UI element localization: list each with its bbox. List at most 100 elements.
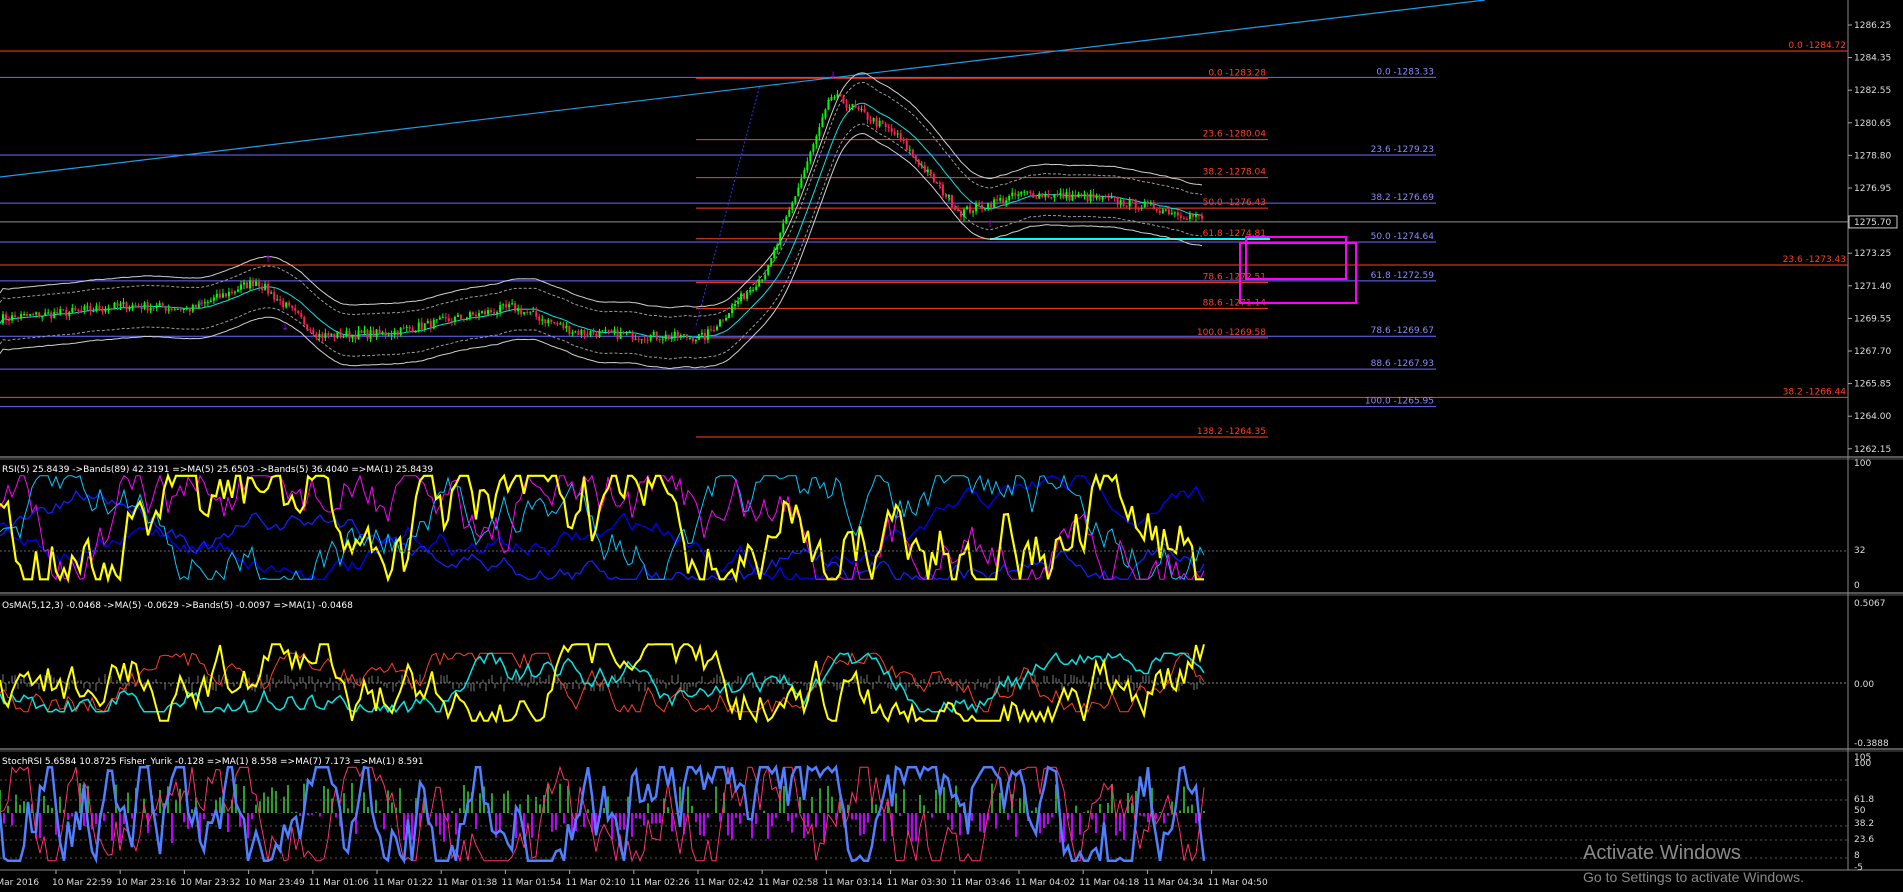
rsi-axis-label: 100 (1854, 459, 1871, 469)
candle-body (191, 304, 194, 312)
candle-body (869, 119, 872, 122)
candle-body (1164, 209, 1167, 211)
trading-chart[interactable]: 0.0 -1284.72 23.6 -1273.43 38.2 -1266.44 0.… (0, 0, 1903, 892)
candle-body (363, 330, 366, 334)
candle-body (1143, 201, 1146, 208)
candle-body (896, 133, 899, 135)
candle-body (324, 333, 327, 339)
candle-body (1017, 194, 1020, 196)
osma-axis-label: 0.5067 (1854, 599, 1886, 609)
candle-body (688, 337, 691, 339)
candle-body (1026, 191, 1029, 193)
candle-body (83, 306, 86, 311)
candle-body (559, 323, 562, 325)
candle-body (679, 335, 682, 338)
time-tick-label: 10 Mar 23:49 (245, 878, 305, 888)
price-tick-label: 1284.35 (1854, 54, 1891, 64)
candle-body (914, 155, 917, 160)
candle-body (996, 199, 999, 201)
candle-body (782, 223, 785, 233)
candle-body (746, 292, 749, 299)
candle-body (601, 330, 604, 332)
candle-body (622, 331, 625, 334)
candle-body (155, 305, 158, 309)
candle-body (116, 302, 119, 307)
candle-body (502, 304, 505, 306)
candle-body (938, 182, 941, 185)
activate-windows-title: Activate Windows (1583, 842, 1741, 864)
candle-body (185, 307, 188, 309)
candle-body (131, 304, 134, 308)
candle-body (279, 299, 282, 301)
candle-body (462, 318, 465, 320)
candle-body (1131, 199, 1134, 201)
band-line (0, 72, 1203, 309)
candle-body (1110, 196, 1113, 199)
time-tick-label: 11 Mar 01:22 (373, 878, 433, 888)
candle-body (1059, 192, 1062, 195)
candle-body (23, 314, 26, 316)
candle-body (267, 283, 270, 294)
candle-body (369, 330, 372, 339)
candle-body (35, 312, 38, 315)
time-tick-label: 11 Mar 03:46 (951, 878, 1011, 888)
candle-body (252, 280, 255, 286)
price-tick-label: 1282.55 (1854, 86, 1891, 96)
candle-body (740, 293, 743, 302)
candle-body (935, 182, 938, 184)
price-tick-label: 1286.25 (1854, 21, 1891, 31)
fib-level-label: 138.2 -1264.35 (1197, 427, 1266, 437)
candle-body (291, 305, 294, 309)
candle-body (441, 317, 444, 319)
candle-body (881, 120, 884, 124)
candle-body (1134, 199, 1137, 209)
candle-body (273, 292, 276, 300)
candle-body (830, 97, 833, 101)
candle-body (1008, 195, 1011, 201)
candle-body (32, 314, 35, 316)
candle-body (1173, 212, 1176, 214)
candle-body (863, 109, 866, 113)
candle-body (312, 329, 315, 334)
candle-body (1086, 194, 1089, 202)
candle-body (634, 338, 637, 340)
candle-body (481, 311, 483, 313)
candle-body (408, 326, 411, 329)
candle-body (71, 307, 74, 313)
candle-body (1074, 194, 1077, 198)
candle-body (809, 151, 812, 162)
candle-body (1080, 193, 1083, 196)
candle-body (360, 330, 363, 334)
candle-body (902, 139, 905, 141)
candle-body (899, 133, 902, 140)
candle-body (499, 305, 502, 313)
fractal-arrow-icon: ↑ (264, 255, 272, 265)
candle-body (1011, 192, 1014, 196)
candle-body (1032, 192, 1035, 198)
candle-body (514, 303, 517, 312)
fib-level-label: 78.6 -1272.51 (1203, 272, 1266, 282)
candle-body (345, 331, 348, 337)
candle-body (574, 331, 577, 333)
candle-body (857, 107, 860, 110)
candle-body (731, 306, 734, 313)
candle-body (321, 333, 324, 339)
candle-body (420, 322, 423, 330)
candle-body (158, 303, 161, 306)
candle-body (38, 312, 41, 318)
candle-body (5, 314, 8, 321)
candle-body (41, 316, 44, 318)
candle-body (354, 334, 357, 340)
candle-body (517, 308, 520, 312)
candle-body (468, 312, 471, 318)
candle-body (926, 169, 929, 173)
candle-body (664, 334, 667, 340)
candle-body (673, 331, 676, 337)
candle-body (375, 329, 378, 337)
candle-body (700, 332, 703, 335)
candle-body (1128, 199, 1131, 207)
candle-body (544, 319, 547, 324)
candle-body (978, 203, 981, 205)
candle-body (339, 331, 342, 338)
candle-body (396, 330, 399, 336)
